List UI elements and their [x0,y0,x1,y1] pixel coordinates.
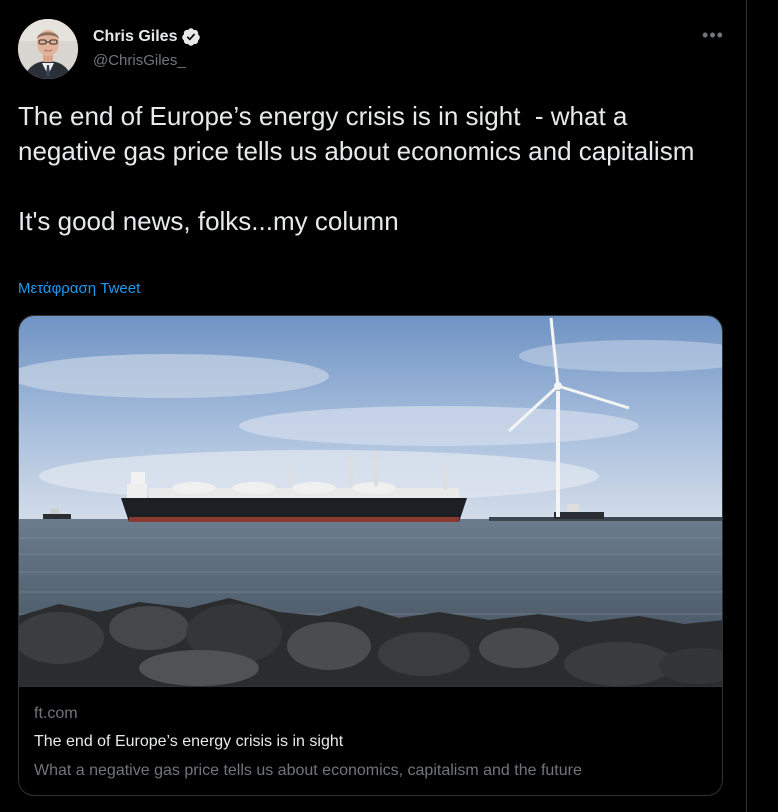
column-divider [746,0,747,812]
translate-tweet-link[interactable]: Μετάφραση Tweet [18,280,140,297]
verified-badge-icon [181,27,201,47]
author-name-row: Chris Giles [93,26,201,48]
link-preview-card[interactable]: ft.com The end of Europe’s energy crisis… [18,315,723,796]
author-name[interactable]: Chris Giles [93,28,177,46]
avatar-photo [18,19,78,79]
author-avatar[interactable] [18,19,78,79]
card-description: What a negative gas price tells us about… [34,762,582,779]
tweet: Chris Giles @ChrisGiles_ ••• The end of … [0,0,746,812]
lng-tanker-photo [19,316,722,686]
card-image[interactable] [19,316,722,686]
tweet-text: The end of Europe’s energy crisis is in … [18,101,695,236]
more-horizontal-icon: ••• [702,24,724,45]
card-meta[interactable]: ft.com The end of Europe’s energy crisis… [19,686,722,795]
more-options-button[interactable]: ••• [696,22,730,48]
author-handle[interactable]: @ChrisGiles_ [93,52,186,69]
card-title: The end of Europe’s energy crisis is in … [34,733,344,750]
card-domain: ft.com [34,705,78,722]
